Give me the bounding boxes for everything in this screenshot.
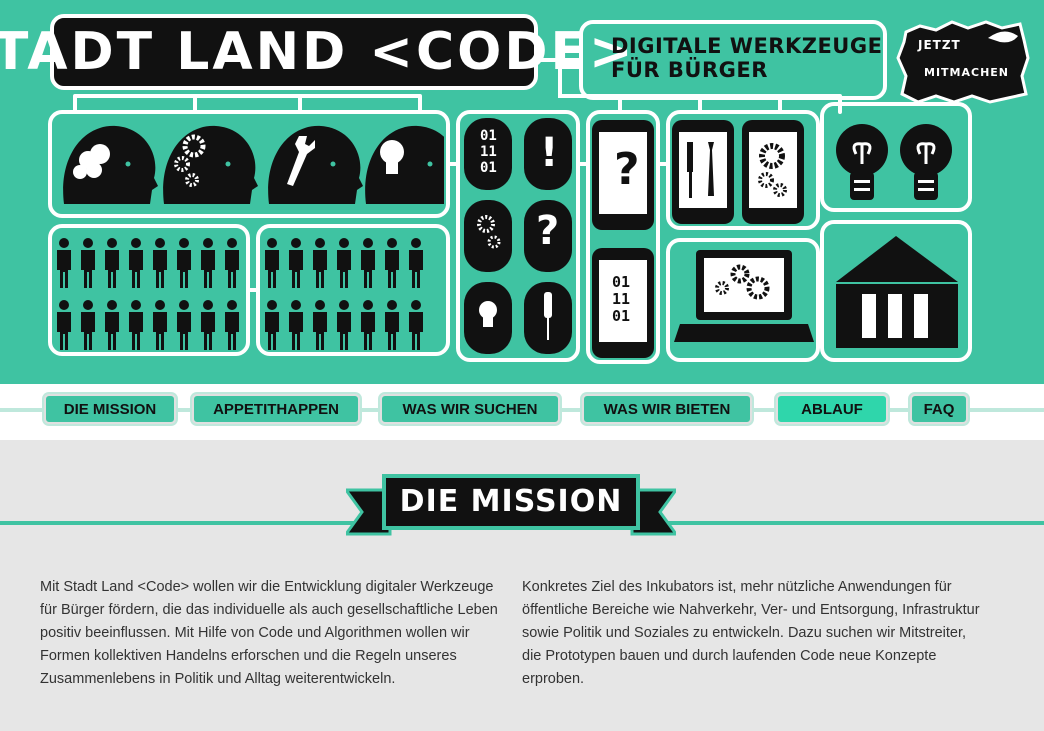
person-icon [81,238,95,288]
join-badge[interactable]: JETZT MITMACHEN [896,18,1030,104]
person-icon [289,300,303,350]
person-icon [105,300,119,350]
nav-item-faq[interactable]: FAQ [910,394,968,424]
nav-item-was-wir-bieten[interactable]: WAS WIR BIETEN [582,394,752,424]
person-icon [289,238,303,288]
person-icon [409,300,423,350]
person-icon [409,238,423,288]
bulbs-building [836,124,958,348]
bubble-lightbulb-icon [464,282,512,354]
binary-text-b: 01 11 01 [612,273,631,325]
badge-line2: MITMACHEN [924,66,1010,79]
person-icon [177,300,191,350]
person-icon [57,300,71,350]
phone-tools-icon [672,120,734,224]
nav-item-was-wir-suchen[interactable]: WAS WIR SUCHEN [380,394,560,424]
nav-item-appetithappen[interactable]: APPETITHAPPEN [192,394,360,424]
person-icon [265,238,279,288]
exclamation-text: ! [540,130,559,176]
tagline-line2: FÜR BÜRGER [611,58,768,82]
person-icon [225,238,239,288]
laptop-icon [674,250,814,342]
badge-starburst-icon [896,20,1030,104]
crowd-people-icon [57,238,423,350]
head-lightbulb-icon [365,125,444,204]
nav-item-ablauf[interactable]: ABLAUF [776,394,888,424]
person-icon [361,300,375,350]
person-icon [153,300,167,350]
lightbulb-icon [836,124,888,200]
hero-illustration: STADT LAND <CODE> DIGITALE WERKZEUGE FÜR… [0,0,1044,384]
logo[interactable]: STADT LAND <CODE> [0,14,633,90]
person-icon [313,238,327,288]
person-icon [57,238,71,288]
nav-item-mission[interactable]: DIE MISSION [44,394,176,424]
person-icon [81,300,95,350]
bubble-gears-icon [464,200,512,272]
person-icon [265,300,279,350]
main-nav: DIE MISSION APPETITHAPPEN WAS WIR SUCHEN… [0,384,1044,440]
question-text: ? [536,208,560,254]
mission-text-right: Konkretes Ziel des Inkubators ist, mehr … [522,579,980,687]
logo-text: STADT LAND <CODE> [0,22,636,82]
person-icon [225,300,239,350]
head-gears-icon [163,125,258,204]
lightbulb-icon [900,124,952,200]
connector-line [73,94,422,112]
head-wrench-icon [268,125,363,204]
binary-text-a: 01 11 01 [480,128,497,176]
person-icon [337,300,351,350]
person-icon [313,300,327,350]
building-icon [836,236,958,348]
head-clouds-icon [63,125,158,204]
person-icon [153,238,167,288]
person-icon [201,300,215,350]
person-icon [385,300,399,350]
person-icon [337,238,351,288]
person-icon [129,238,143,288]
tagline-line1: DIGITALE WERKZEUGE [611,34,883,58]
mission-text-left: Mit Stadt Land <Code> wollen wir die Ent… [40,579,498,687]
person-icon [361,238,375,288]
person-icon [385,238,399,288]
phone-gears-icon [742,120,804,224]
section-title: DIE MISSION [399,483,623,519]
person-icon [201,238,215,288]
bubble-screwdriver-icon [524,282,572,354]
tagline-box: DIGITALE WERKZEUGE FÜR BÜRGER [579,20,887,100]
person-icon [177,238,191,288]
person-icon [129,300,143,350]
badge-line1: JETZT [918,38,961,52]
phone-question-text: ? [614,144,640,195]
person-icon [105,238,119,288]
